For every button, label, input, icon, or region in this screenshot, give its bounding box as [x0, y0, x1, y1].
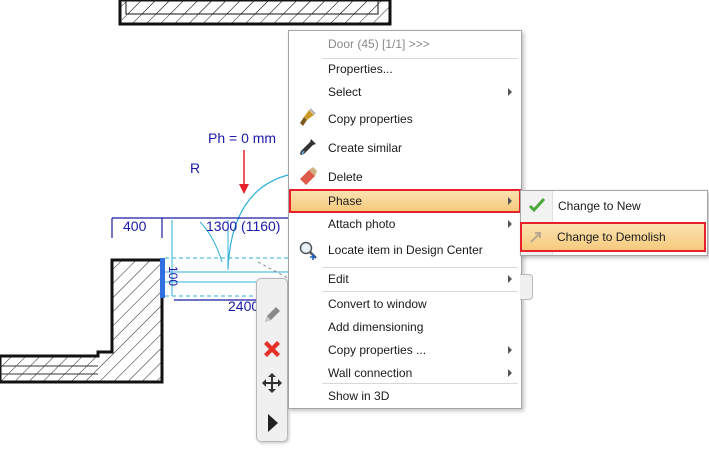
dimension-top: 1300 (1160): [206, 218, 281, 234]
menu-item-properties[interactable]: Properties...: [290, 58, 520, 80]
brush-icon: [298, 108, 318, 128]
move-icon[interactable]: [260, 371, 284, 395]
red-arrow: [239, 150, 249, 194]
menu-item-attach-photo[interactable]: Attach photo: [290, 213, 520, 235]
submenu-arrow-icon: [508, 275, 512, 283]
submenu-arrow-icon: [508, 346, 512, 354]
menu-item-create-similar[interactable]: Create similar: [290, 135, 520, 161]
expand-arrow-icon[interactable]: [260, 411, 284, 435]
submenu-item-change-to-new[interactable]: Change to New: [522, 193, 706, 219]
submenu-item-change-to-demolish[interactable]: Change to Demolish: [520, 222, 706, 252]
magnifier-plus-icon: [298, 240, 318, 260]
submenu-arrow-icon: [508, 369, 512, 377]
r-label: R: [190, 160, 201, 176]
guide-line: [257, 261, 289, 279]
phase-height-label: Ph = 0 mm: [208, 130, 277, 146]
menu-item-select[interactable]: Select: [290, 81, 520, 103]
menu-item-copy-properties-more[interactable]: Copy properties ...: [290, 339, 520, 361]
menu-item-show-in-3d[interactable]: Show in 3D: [290, 385, 520, 407]
delete-x-icon[interactable]: [260, 337, 284, 361]
dimension-vertical: 100: [166, 266, 180, 287]
pipette-icon: [298, 137, 318, 157]
demolish-arrow-icon: [528, 228, 548, 248]
submenu-arrow-icon: [508, 220, 512, 228]
menu-item-convert-to-window[interactable]: Convert to window: [290, 293, 520, 315]
menu-header: Door (45) [1/1] >>>: [328, 37, 430, 51]
menu-item-locate-design-center[interactable]: Locate item in Design Center: [290, 236, 520, 264]
menu-separator: [322, 291, 518, 292]
collapsed-panel-tab[interactable]: [520, 274, 533, 300]
dimension-bottom: 2400: [228, 298, 260, 314]
menu-item-add-dimensioning[interactable]: Add dimensioning: [290, 316, 520, 338]
menu-item-phase[interactable]: Phase: [289, 189, 521, 213]
menu-item-copy-properties[interactable]: Copy properties: [290, 106, 520, 132]
eraser-icon: [298, 166, 318, 186]
pencil-icon[interactable]: [260, 303, 284, 327]
menu-separator: [322, 383, 518, 384]
dimension-left: 400: [123, 218, 147, 234]
edit-toolbar: [256, 278, 288, 442]
top-wall: [118, 0, 392, 26]
submenu-arrow-icon: [508, 88, 512, 96]
checkmark-icon: [528, 196, 548, 216]
submenu-arrow-icon: [508, 197, 512, 205]
door-jamb-selected[interactable]: [160, 258, 165, 298]
phase-submenu: Change to New Change to Demolish: [520, 190, 708, 256]
menu-item-edit[interactable]: Edit: [290, 268, 520, 290]
menu-item-wall-connection[interactable]: Wall connection: [290, 362, 520, 384]
context-menu: Door (45) [1/1] >>> Properties... Select…: [288, 30, 522, 409]
menu-item-delete[interactable]: Delete: [290, 164, 520, 190]
left-wall: [0, 258, 164, 384]
